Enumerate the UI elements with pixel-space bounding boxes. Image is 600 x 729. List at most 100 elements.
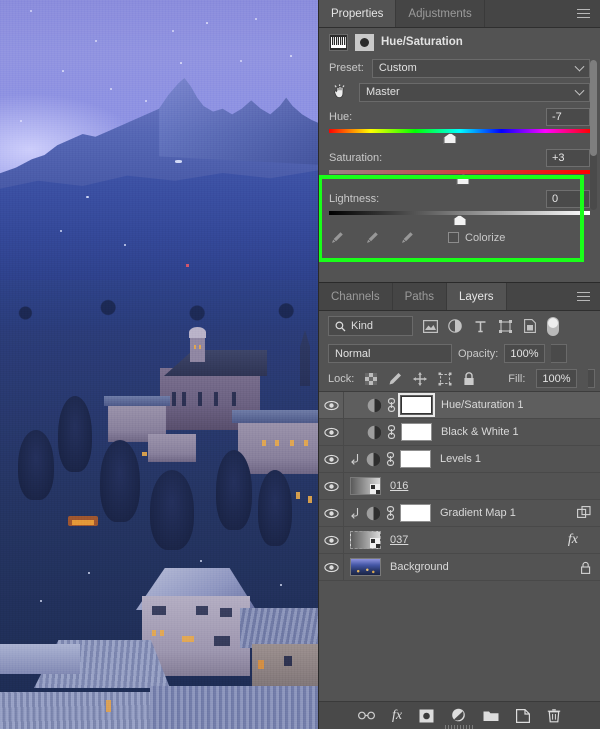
hue-value-input[interactable]: -7 [546,107,590,126]
opacity-stepper[interactable] [550,344,567,363]
channel-select[interactable]: Master [359,82,590,102]
adjustment-header: Hue/Saturation [319,28,600,56]
lock-image-pixels-icon[interactable] [388,371,402,387]
colorize-checkbox[interactable] [448,232,459,243]
saturation-value-input[interactable]: +3 [546,148,590,167]
link-icon[interactable] [387,398,396,412]
lightness-label: Lightness: [329,192,380,205]
layer-mask-thumbnail[interactable] [398,393,435,417]
tab-properties[interactable]: Properties [319,0,397,27]
table-row[interactable]: 037 fx [319,527,600,554]
lock-label: Lock: [328,372,355,385]
properties-scrollbar[interactable] [590,60,597,210]
chevron-down-icon [586,373,594,381]
image-canvas[interactable] [0,0,318,729]
tab-properties-label: Properties [331,7,384,20]
tab-paths[interactable]: Paths [393,283,448,310]
fx-icon[interactable]: fx [568,532,578,548]
lock-row: Lock: Fill: 100% [319,366,600,391]
hue-slider-track[interactable] [329,128,590,145]
fill-input[interactable]: 100% [536,369,577,388]
saturation-slider-thumb[interactable] [456,174,470,185]
layers-tabbar: Channels Paths Layers [319,283,600,311]
chevron-down-icon [554,348,562,356]
lightness-slider-thumb[interactable] [453,215,466,226]
eyedropper-icon[interactable] [331,231,344,244]
layer-thumbnail[interactable] [350,477,381,495]
layer-thumbnail[interactable] [350,531,381,549]
saturation-slider-block: Saturation: +3 [319,145,600,186]
adjustment-layer-thumbnail[interactable] [367,398,382,413]
chevron-down-icon[interactable] [584,536,592,544]
layer-visibility-toggle[interactable] [319,446,344,472]
filter-kind-select[interactable]: Kind [328,316,413,336]
adjustment-layer-thumbnail[interactable] [366,452,381,467]
properties-panel-menu-button[interactable] [573,0,594,27]
lock-artboard-nesting-icon[interactable] [438,371,452,387]
layer-mask-thumbnail[interactable] [400,504,431,522]
layer-visibility-toggle[interactable] [319,419,344,445]
lock-all-icon[interactable] [463,371,475,387]
tab-channels[interactable]: Channels [319,283,393,310]
layers-panel-menu-button[interactable] [573,283,594,310]
filter-pixel-layers-icon[interactable] [422,318,438,334]
layer-visibility-toggle[interactable] [319,500,344,526]
opacity-input[interactable]: 100% [504,344,545,363]
lock-position-icon[interactable] [413,371,427,387]
table-row[interactable]: Hue/Saturation 1 [319,392,600,419]
table-row[interactable]: Gradient Map 1 [319,500,600,527]
colorize-option[interactable]: Colorize [448,232,505,244]
layer-visibility-toggle[interactable] [319,392,344,418]
new-adjustment-layer-button[interactable] [451,708,466,723]
layer-thumbnail[interactable] [350,558,381,576]
lightness-slider-track[interactable] [329,210,590,227]
tab-adjustments[interactable]: Adjustments [396,0,485,27]
chevron-down-icon [574,61,585,72]
selection-marker [186,264,189,267]
on-image-adjustment-hand-icon[interactable] [329,84,351,101]
table-row[interactable]: Background [319,554,600,581]
layer-visibility-toggle[interactable] [319,554,344,580]
filter-smart-object-icon[interactable] [522,318,538,334]
filter-shape-layers-icon[interactable] [497,318,513,334]
layer-visibility-toggle[interactable] [319,473,344,499]
hamburger-menu-icon [577,8,590,19]
colorize-label: Colorize [465,231,506,244]
hue-slider-thumb[interactable] [443,133,457,144]
link-icon[interactable] [387,425,396,439]
new-group-button[interactable] [483,709,499,722]
filter-enable-toggle[interactable] [547,316,559,336]
panel-resize-gripper[interactable] [444,725,475,729]
layer-mask-thumbnail[interactable] [401,423,432,441]
blend-mode-select[interactable]: Normal [328,344,452,363]
lightness-value-input[interactable]: 0 [546,189,590,208]
add-layer-mask-button[interactable] [419,709,434,723]
adjustment-layer-thumbnail[interactable] [367,425,382,440]
link-layers-button[interactable] [357,710,375,721]
fill-stepper[interactable] [586,369,595,388]
eyedropper-add-icon[interactable] [366,231,379,244]
layer-name: Hue/Saturation 1 [441,399,524,411]
link-icon[interactable] [386,452,395,466]
adjustment-layer-thumbnail[interactable] [366,506,381,521]
filter-type-layers-icon[interactable] [472,318,488,334]
table-row[interactable]: Black & White 1 [319,419,600,446]
layer-visibility-toggle[interactable] [319,527,344,553]
preset-select[interactable]: Custom [371,58,590,78]
table-row[interactable]: 016 [319,473,600,500]
layer-mask-icon[interactable] [355,33,374,51]
saturation-slider-track[interactable] [329,169,590,186]
clipping-mask-icon [350,453,361,466]
new-layer-button[interactable] [516,708,531,723]
layer-style-button[interactable]: fx [392,708,402,724]
filter-adjustment-layers-icon[interactable] [447,318,463,334]
delete-layer-button[interactable] [547,708,561,723]
lock-transparent-pixels-icon[interactable] [365,371,378,387]
link-icon[interactable] [386,506,395,520]
eyedropper-subtract-icon[interactable] [401,231,414,244]
tab-layers[interactable]: Layers [447,283,507,310]
table-row[interactable]: Levels 1 [319,446,600,473]
duplicate-frames-icon[interactable] [577,506,591,520]
layer-mask-thumbnail[interactable] [400,450,431,468]
eyedropper-row: Colorize [319,227,600,244]
